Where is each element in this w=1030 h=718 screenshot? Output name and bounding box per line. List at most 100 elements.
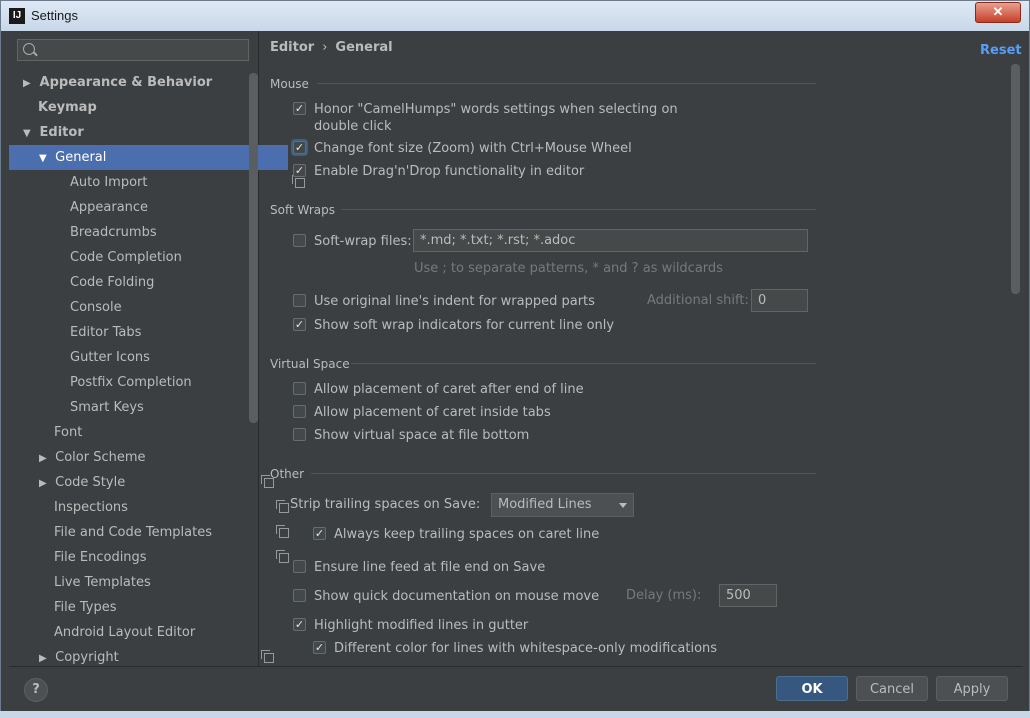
tree-item-label: Auto Import (70, 175, 148, 190)
section-divider (317, 83, 816, 84)
additional-shift-input[interactable]: 0 (751, 289, 808, 312)
intellij-app-icon: IJ (9, 8, 25, 24)
section-title-virtual-space: Virtual Space (270, 357, 350, 371)
whitespace-color-label: Different color for lines with whitespac… (334, 641, 718, 656)
tree-item-label: Editor (39, 125, 84, 140)
collapse-arrow-icon[interactable]: ▼ (39, 146, 51, 171)
caret-inside-tabs-checkbox[interactable] (293, 405, 306, 418)
settings-main-panel: Editor › General Reset Mouse ✓ Honor "Came… (259, 31, 1023, 666)
tree-item-label: Appearance & Behavior (39, 75, 213, 90)
highlight-modified-checkbox[interactable]: ✓ (293, 618, 306, 631)
section-divider (311, 473, 816, 474)
tree-item-label: Keymap (38, 100, 97, 115)
tree-item-label: Code Folding (70, 275, 155, 290)
tree-item-color-scheme[interactable]: ▶ Color Scheme (9, 445, 288, 470)
tree-item-label: Breadcrumbs (70, 225, 157, 240)
tree-item-label: Postfix Completion (70, 375, 192, 390)
softwrap-hint: Use ; to separate patterns, * and ? as w… (414, 261, 723, 276)
window-bottom-border (0, 711, 1030, 718)
keep-trailing-label: Always keep trailing spaces on caret lin… (334, 527, 600, 542)
tree-item-code-style[interactable]: ▶ Code Style (9, 470, 288, 495)
sidebar-scrollbar[interactable] (249, 73, 258, 423)
breadcrumb-separator: › (322, 40, 328, 55)
keep-trailing-checkbox[interactable]: ✓ (313, 527, 326, 540)
tree-item-label: Live Templates (54, 575, 151, 590)
search-icon (23, 43, 35, 55)
tree-item-label: Code Completion (70, 250, 182, 265)
close-button[interactable]: ✕ (975, 2, 1021, 23)
breadcrumb-parent: Editor (270, 40, 315, 55)
tree-item-editor[interactable]: ▼ Editor (9, 120, 272, 145)
strip-spaces-select[interactable]: Modified Lines (491, 493, 634, 517)
section-divider (351, 363, 816, 364)
ok-button[interactable]: OK (776, 676, 848, 701)
line-feed-checkbox[interactable] (293, 560, 306, 573)
tree-item-label: Inspections (54, 500, 128, 515)
caret-after-end-label: Allow placement of caret after end of li… (314, 382, 584, 397)
dragdrop-label: Enable Drag'n'Drop functionality in edit… (314, 164, 585, 179)
expand-arrow-icon[interactable]: ▶ (39, 471, 51, 496)
delay-input[interactable]: 500 (719, 584, 777, 607)
zoom-checkbox[interactable]: ✓ (293, 141, 306, 154)
dragdrop-checkbox[interactable]: ✓ (293, 164, 306, 177)
caret-after-end-checkbox[interactable] (293, 382, 306, 395)
tree-item-label: File Encodings (54, 550, 147, 565)
expand-arrow-icon[interactable]: ▶ (23, 71, 35, 96)
whitespace-color-checkbox[interactable]: ✓ (313, 641, 326, 654)
soft-wrap-indicators-label: Show soft wrap indicators for current li… (314, 318, 615, 333)
title-bar: IJ Settings ✕ (1, 1, 1029, 31)
tree-item-general[interactable]: ▼ General (9, 145, 288, 170)
strip-spaces-label: Strip trailing spaces on Save: (290, 497, 481, 512)
tree-item-appearance-behavior[interactable]: ▶ Appearance & Behavior (9, 70, 272, 95)
original-indent-checkbox[interactable] (293, 294, 306, 307)
camelhumps-label-line2: double click (314, 119, 392, 134)
additional-shift-label: Additional shift: (647, 293, 749, 308)
quick-doc-checkbox[interactable] (293, 589, 306, 602)
expand-arrow-icon[interactable]: ▶ (39, 446, 51, 471)
quick-doc-label: Show quick documentation on mouse move (314, 589, 600, 604)
delay-label: Delay (ms): (626, 588, 702, 603)
search-input[interactable] (17, 39, 249, 61)
tree-item-label: Code Style (55, 475, 126, 490)
softwrap-files-label: Soft-wrap files: (314, 234, 412, 249)
tree-item-label: Editor Tabs (70, 325, 142, 340)
dropdown-arrow-icon (619, 503, 627, 508)
dialog-footer: ? OK Cancel Apply (9, 666, 1023, 713)
window-title: Settings (31, 8, 78, 23)
tree-item-label: Copyright (55, 650, 119, 665)
help-button[interactable]: ? (24, 678, 48, 702)
highlight-modified-label: Highlight modified lines in gutter (314, 618, 529, 633)
virtual-space-bottom-label: Show virtual space at file bottom (314, 428, 530, 443)
collapse-arrow-icon[interactable]: ▼ (23, 121, 35, 146)
tree-item-label: Color Scheme (55, 450, 146, 465)
section-title-mouse: Mouse (270, 77, 309, 91)
line-feed-label: Ensure line feed at file end on Save (314, 560, 546, 575)
cancel-button[interactable]: Cancel (856, 676, 928, 701)
tree-item-label: Font (54, 425, 83, 440)
tree-item-label: Console (70, 300, 122, 315)
settings-window: IJ Settings ✕ ▶ Appearance & Behavior Ke… (0, 0, 1030, 718)
settings-sidebar: ▶ Appearance & Behavior Keymap ▼ Editor … (9, 31, 305, 666)
camelhumps-checkbox[interactable]: ✓ (293, 102, 306, 115)
softwrap-files-input[interactable]: *.md; *.txt; *.rst; *.adoc (413, 229, 808, 252)
tree-item-label: Gutter Icons (70, 350, 150, 365)
soft-wrap-indicators-checkbox[interactable]: ✓ (293, 318, 306, 331)
caret-inside-tabs-label: Allow placement of caret inside tabs (314, 405, 551, 420)
reset-link[interactable]: Reset (980, 43, 1022, 58)
tree-item-label: General (55, 150, 107, 165)
softwrap-files-checkbox[interactable] (293, 234, 306, 247)
tree-item-label: File Types (54, 600, 117, 615)
apply-button[interactable]: Apply (936, 676, 1008, 701)
breadcrumb: Editor › General (270, 40, 393, 55)
virtual-space-bottom-checkbox[interactable] (293, 428, 306, 441)
strip-spaces-value: Modified Lines (498, 497, 592, 512)
tree-item-label: Smart Keys (70, 400, 144, 415)
dialog-content: ▶ Appearance & Behavior Keymap ▼ Editor … (9, 31, 1023, 666)
original-indent-label: Use original line's indent for wrapped p… (314, 294, 595, 309)
tree-item-label: Appearance (70, 200, 149, 215)
section-title-other: Other (270, 467, 305, 481)
camelhumps-label: Honor "CamelHumps" words settings when s… (314, 102, 678, 117)
tree-item-keymap[interactable]: Keymap (9, 95, 287, 120)
breadcrumb-current: General (335, 40, 393, 55)
main-scrollbar[interactable] (1011, 64, 1020, 294)
